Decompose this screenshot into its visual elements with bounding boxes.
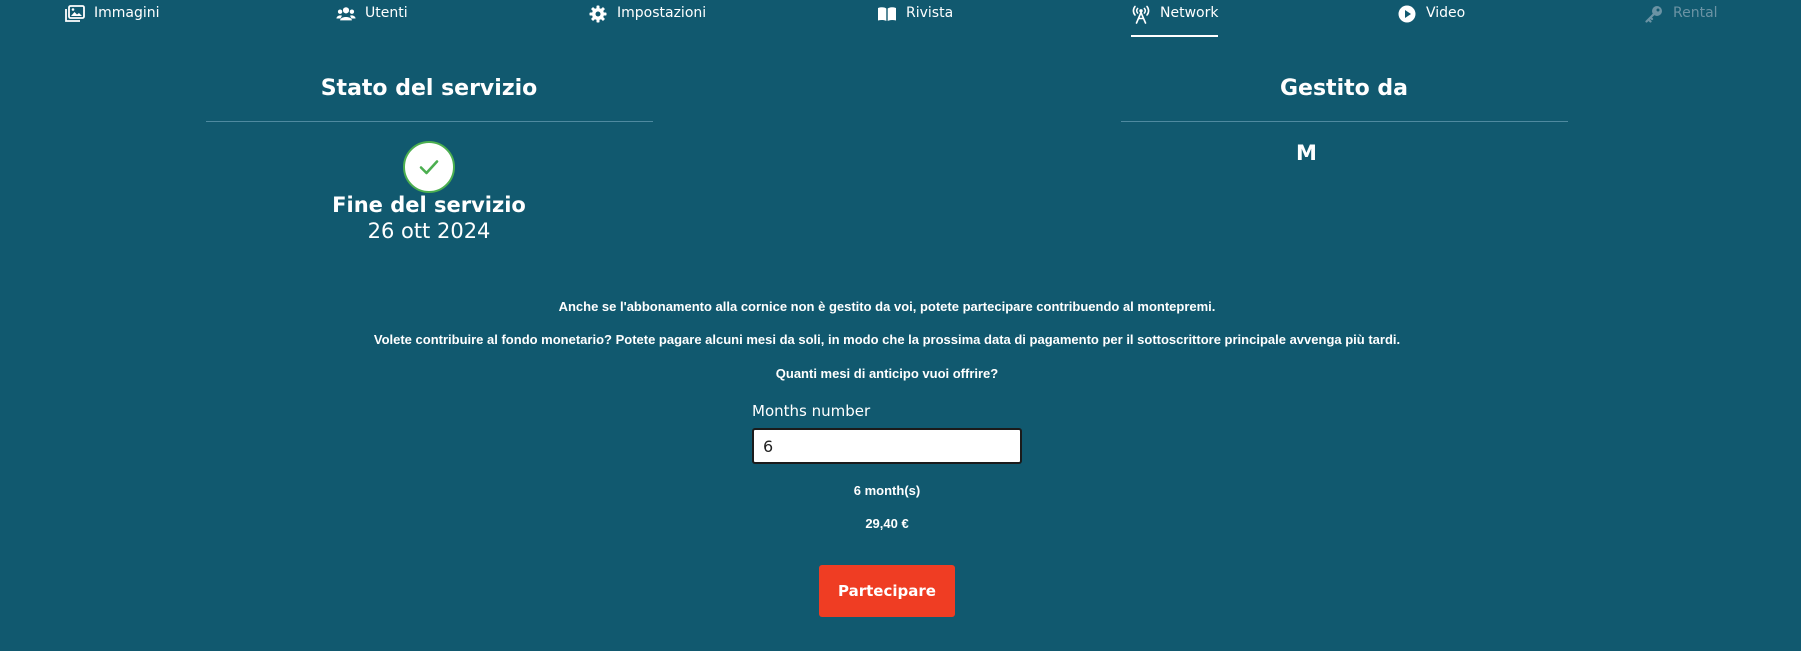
divider xyxy=(206,121,653,122)
users-icon xyxy=(336,4,356,24)
nav-item-network[interactable]: Network xyxy=(1131,4,1219,37)
divider xyxy=(1121,121,1568,122)
images-icon xyxy=(65,4,85,24)
nav-item-utenti[interactable]: Utenti xyxy=(336,4,408,34)
nav-item-rental: Rental xyxy=(1644,4,1718,34)
months-number-input[interactable] xyxy=(752,428,1022,464)
nav-item-rivista[interactable]: Rivista xyxy=(877,4,953,34)
play-circle-icon xyxy=(1397,4,1417,24)
price-text: 29,40 € xyxy=(865,516,909,531)
nav-label: Network xyxy=(1160,5,1219,21)
nav-label: Rental xyxy=(1673,5,1718,21)
page: Immagini Utenti Impostazioni Rivista Net… xyxy=(0,0,1801,651)
gear-icon xyxy=(588,4,608,24)
service-status-title: Stato del servizio xyxy=(320,76,538,101)
managed-by-title: Gestito da xyxy=(1279,76,1408,101)
question-text: Quanti mesi di anticipo vuoi offrire? xyxy=(775,366,999,381)
months-number-label: Months number xyxy=(752,402,871,420)
nav-label: Video xyxy=(1426,5,1466,21)
nav-item-impostazioni[interactable]: Impostazioni xyxy=(588,4,706,34)
open-book-icon xyxy=(877,4,897,24)
nav-label: Utenti xyxy=(365,5,408,21)
nav-label: Immagini xyxy=(94,5,160,21)
service-end-date: 26 ott 2024 xyxy=(367,219,491,243)
nav-label: Rivista xyxy=(906,5,954,21)
months-summary: 6 month(s) xyxy=(853,483,921,498)
info-text: Anche se l'abbonamento alla cornice non … xyxy=(558,299,1216,314)
check-circle-icon xyxy=(403,141,455,193)
info-text: Volete contribuire al fondo monetario? P… xyxy=(373,332,1401,347)
nav-item-immagini[interactable]: Immagini xyxy=(65,4,160,34)
partecipare-button[interactable]: Partecipare xyxy=(819,565,955,617)
nav-item-video[interactable]: Video xyxy=(1397,4,1465,34)
service-end-label: Fine del servizio xyxy=(332,193,526,217)
key-icon xyxy=(1644,4,1664,24)
top-nav: Immagini Utenti Impostazioni Rivista Net… xyxy=(0,0,1801,40)
manager-name: M xyxy=(1296,141,1317,165)
nav-label: Impostazioni xyxy=(617,5,707,21)
broadcast-tower-icon xyxy=(1131,4,1151,24)
